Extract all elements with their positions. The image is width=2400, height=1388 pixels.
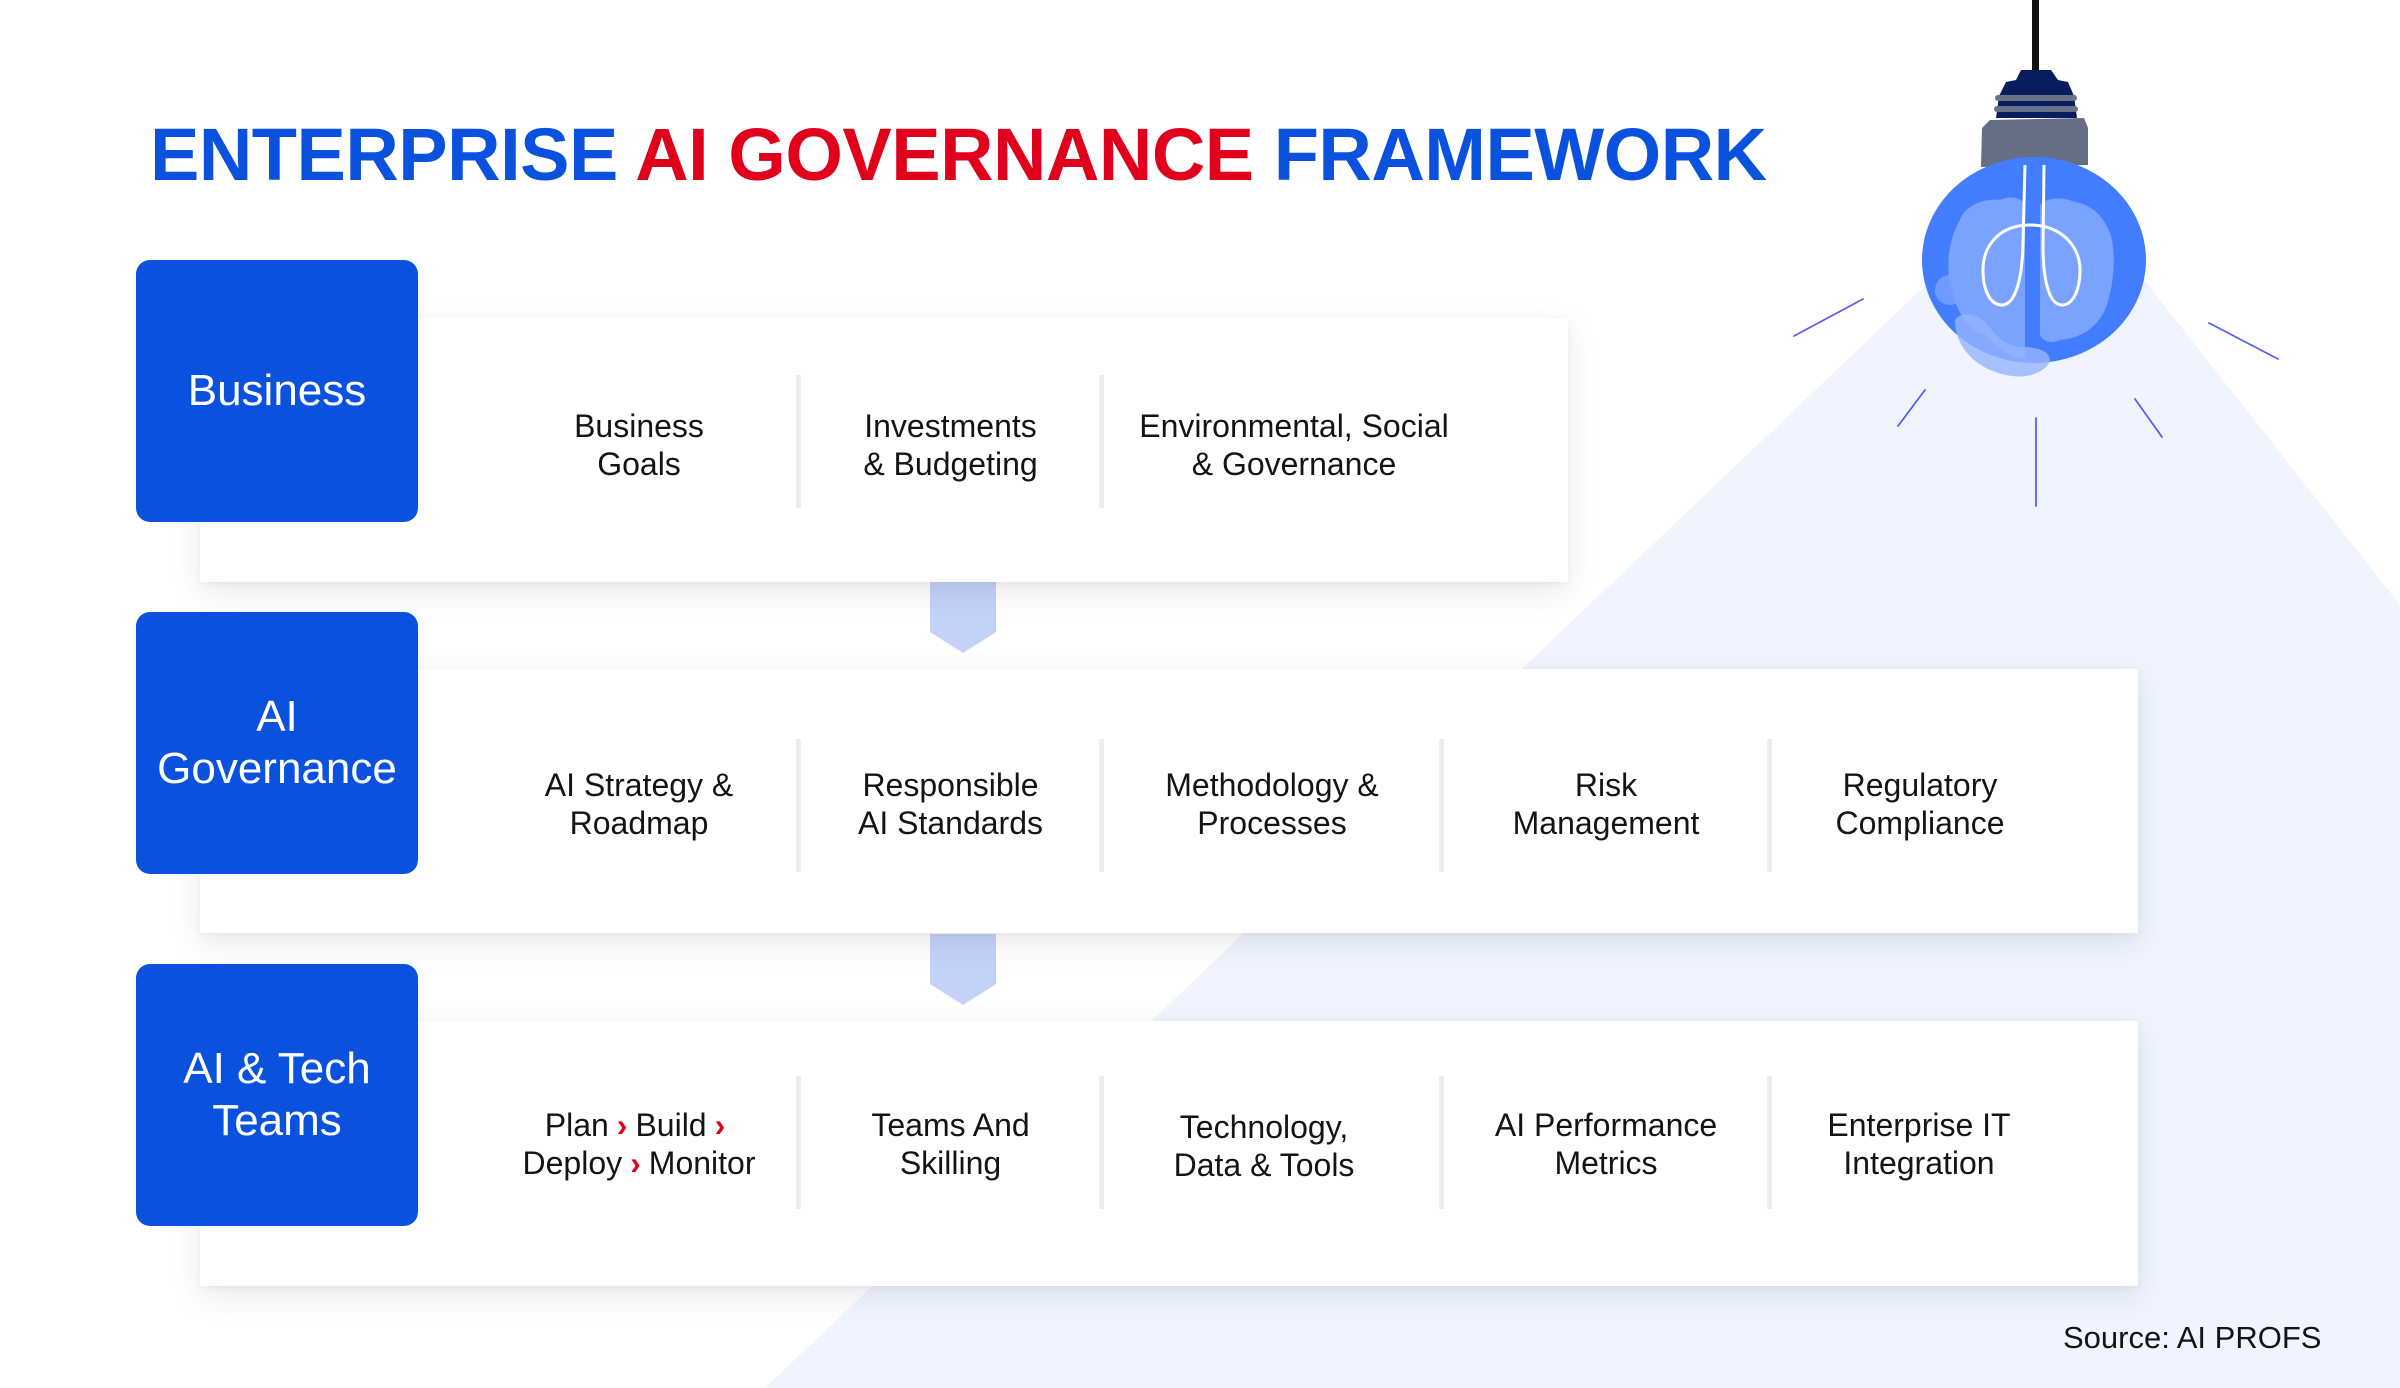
lifecycle-line-2: Deploy › Monitor — [523, 1144, 756, 1182]
item-business-goals: Business Goals — [574, 408, 704, 482]
layer-label-text: Teams — [212, 1096, 342, 1145]
layer-label-ai-tech-teams: AI & Tech Teams — [136, 964, 418, 1226]
lifecycle-line-1: Plan › Build › — [523, 1106, 756, 1144]
item-regulatory-compliance: Regulatory Compliance — [1835, 767, 2005, 841]
chevron-right-icon: › — [616, 1107, 628, 1143]
item-methodology-processes: Methodology & Processes — [1165, 767, 1379, 841]
layer-label-ai-governance: AI Governance — [136, 612, 418, 874]
down-arrow-icon — [930, 934, 996, 1005]
lifecycle-step-deploy: Deploy — [522, 1145, 623, 1181]
item-responsible-ai-standards: Responsible AI Standards — [858, 767, 1043, 841]
item-investments-budgeting: Investments & Budgeting — [863, 408, 1038, 482]
lifecycle-step-build: Build — [635, 1107, 707, 1143]
title-part-enterprise: ENTERPRISE — [150, 113, 618, 196]
chevron-right-icon: › — [630, 1145, 641, 1181]
layer-label-text: Business — [187, 366, 367, 415]
item-teams-skilling: Teams And Skilling — [871, 1107, 1030, 1181]
page-title: ENTERPRISE AI GOVERNANCE FRAMEWORK — [150, 112, 1767, 197]
item-ai-strategy-roadmap: AI Strategy & Roadmap — [544, 767, 734, 841]
lifecycle-step-plan: Plan — [544, 1107, 609, 1143]
bulb-cord — [2032, 0, 2039, 72]
item-enterprise-it-integration: Enterprise IT Integration — [1827, 1107, 2011, 1181]
layer-label-text: AI & Tech — [183, 1044, 371, 1093]
title-part-framework: FRAMEWORK — [1273, 113, 1767, 196]
item-risk-management: Risk Management — [1512, 767, 1700, 841]
ray — [1793, 298, 1864, 337]
item-lifecycle: Plan › Build › Deploy › Monitor — [480, 1094, 798, 1194]
item-esg: Environmental, Social & Governance — [1139, 408, 1449, 482]
down-arrow-icon — [930, 582, 996, 653]
lightbulb-brain-icon — [1922, 0, 2146, 377]
layer-label-text: AI — [256, 692, 298, 741]
lifecycle-step-monitor: Monitor — [648, 1145, 756, 1181]
chevron-right-icon: › — [714, 1107, 726, 1143]
ray — [2208, 322, 2279, 360]
item-technology-data-tools: Technology, Data & Tools — [1173, 1109, 1355, 1183]
item-ai-performance-metrics: AI Performance Metrics — [1494, 1107, 1718, 1181]
layer-label-business: Business — [136, 260, 418, 522]
layer-label-text: Governance — [157, 744, 397, 793]
source-credit: Source: AI PROFS — [2063, 1320, 2322, 1355]
title-part-ai-governance: AI GOVERNANCE — [635, 113, 1254, 196]
